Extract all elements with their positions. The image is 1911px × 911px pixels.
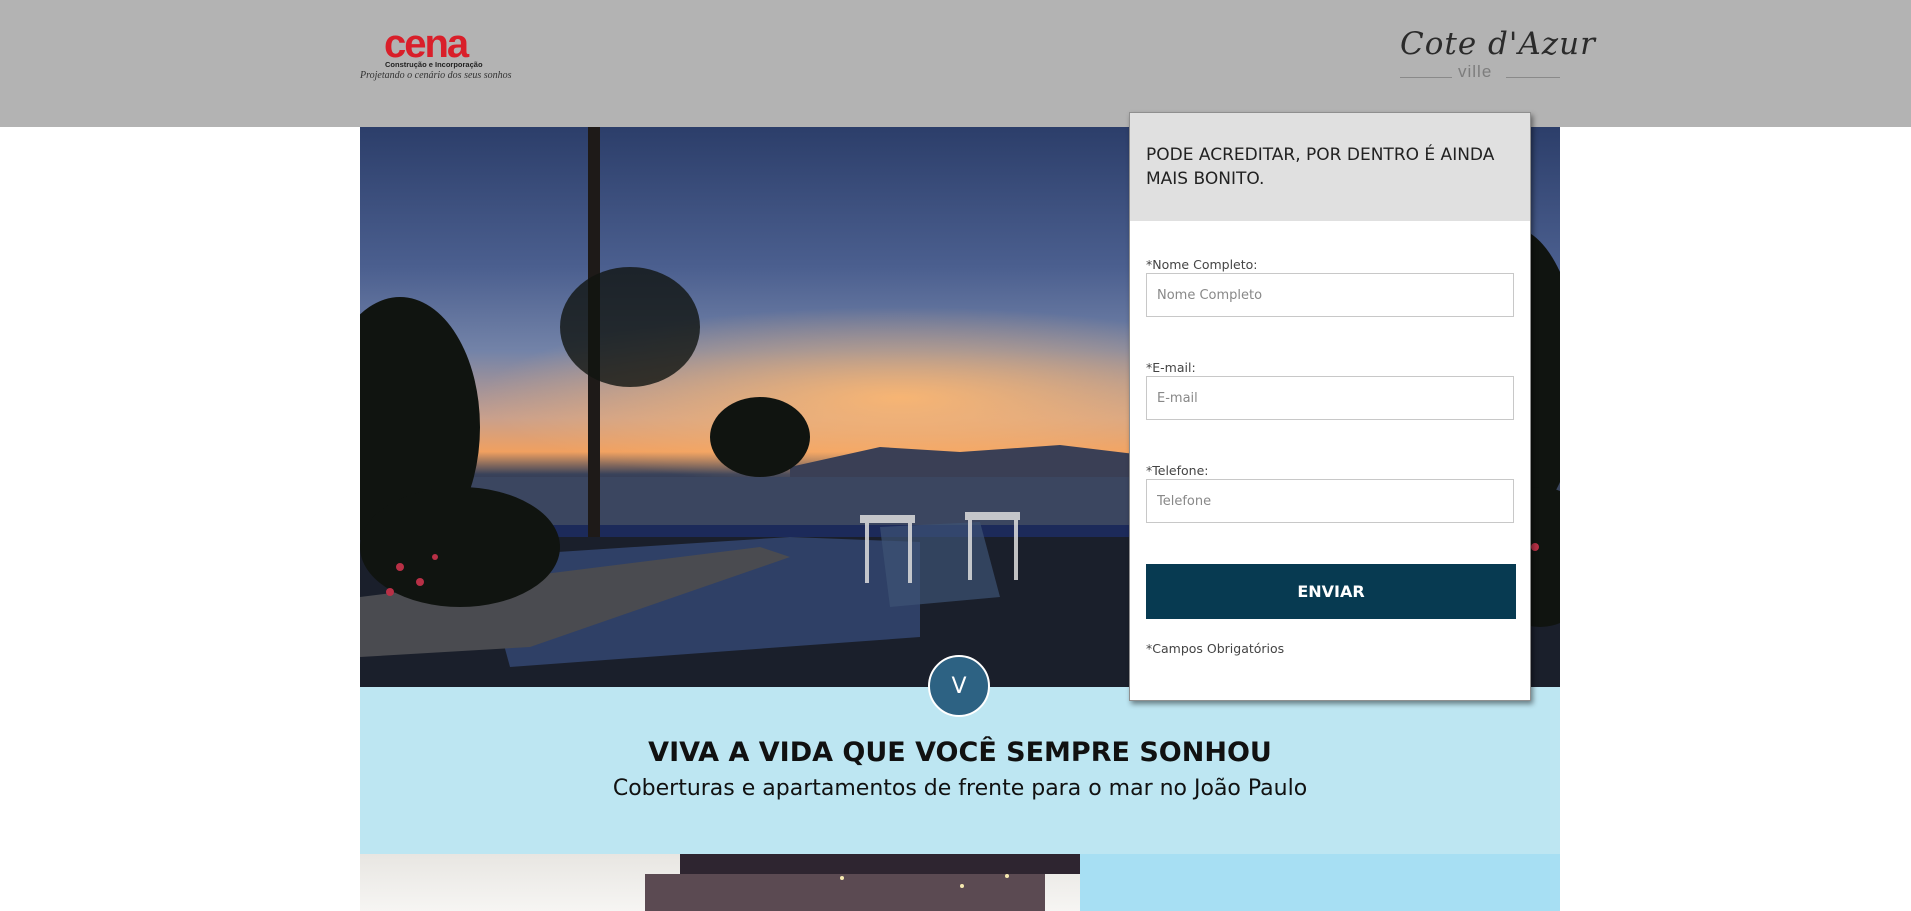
section-subtitle: Coberturas e apartamentos de frente para… [612, 776, 1308, 801]
cena-logo-slogan: Projetando o cenário dos seus sonhos [360, 70, 512, 81]
cote-dazur-logo-script: Cote d'Azur [1400, 26, 1596, 62]
cena-logo-tagline: Construção e Incorporação [385, 60, 483, 69]
ceiling [680, 854, 1080, 874]
sky-panel [1080, 854, 1560, 911]
ceiling-light [1005, 874, 1009, 878]
cena-logo[interactable]: cena Construção e Incorporação Projetand… [360, 24, 512, 86]
email-label: *E-mail: [1146, 360, 1196, 375]
submit-button[interactable]: ENVIAR [1146, 564, 1516, 619]
site-header: cena Construção e Incorporação Projetand… [0, 0, 1911, 127]
logo-rule-right [1506, 77, 1560, 78]
ceiling-light [960, 884, 964, 888]
ceiling-light [840, 876, 844, 880]
lead-form: PODE ACREDITAR, POR DENTRO É AINDA MAIS … [1129, 112, 1531, 701]
form-header: PODE ACREDITAR, POR DENTRO É AINDA MAIS … [1130, 113, 1530, 221]
name-input[interactable] [1146, 273, 1514, 317]
water-reflection [880, 522, 1000, 607]
phone-input[interactable] [1146, 479, 1514, 523]
ceiling-beam [645, 874, 1045, 911]
form-headline: PODE ACREDITAR, POR DENTRO É AINDA MAIS … [1146, 145, 1495, 189]
section-title: VIVA A VIDA QUE VOCÊ SEMPRE SONHOU [648, 737, 1272, 768]
cote-dazur-logo-ville: ville [1458, 62, 1493, 81]
scroll-down-button[interactable]: V [928, 655, 990, 717]
cena-logo-wordmark: cena [384, 22, 469, 66]
chevron-down-icon: V [951, 674, 967, 699]
cote-dazur-logo[interactable]: Cote d'Azur ville [1398, 26, 1595, 84]
logo-rule-left [1400, 77, 1452, 78]
phone-label: *Telefone: [1146, 463, 1209, 478]
interior-photo [360, 854, 1080, 911]
email-input[interactable] [1146, 376, 1514, 420]
name-label: *Nome Completo: [1146, 257, 1258, 272]
required-fields-note: *Campos Obrigatórios [1146, 641, 1285, 656]
